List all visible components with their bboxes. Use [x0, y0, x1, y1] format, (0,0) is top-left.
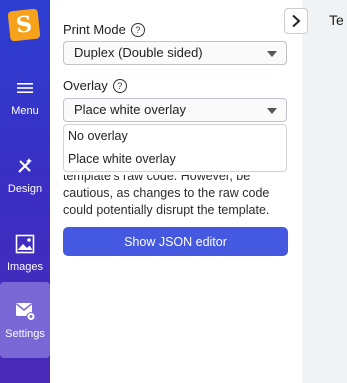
nav-label-menu: Menu	[11, 105, 39, 117]
chevron-down-icon	[267, 108, 277, 114]
chevron-right-icon	[292, 14, 301, 28]
nav-item-settings[interactable]: Settings	[0, 282, 50, 358]
app-logo[interactable]: S	[7, 8, 41, 42]
show-json-editor-button[interactable]: Show JSON editor	[63, 227, 288, 256]
logo-letter: S	[14, 11, 34, 39]
overlay-select[interactable]: Place white overlay	[63, 98, 287, 122]
magic-wand-icon	[18, 158, 32, 173]
nav-label-settings: Settings	[5, 328, 45, 340]
description-line-3: could potentially disrupt the template.	[63, 203, 270, 217]
nav-item-menu[interactable]: Menu	[0, 59, 50, 135]
print-mode-label-text: Print Mode	[63, 22, 126, 37]
description-line-2: cautious, as changes to the raw code	[63, 186, 270, 200]
overlay-dropdown-menu: No overlay Place white overlay	[63, 124, 287, 172]
overlay-label-text: Overlay	[63, 78, 108, 93]
description-text: template's raw code. However, be cautiou…	[63, 168, 295, 219]
nav-item-images[interactable]: Images	[0, 215, 50, 291]
print-mode-value: Duplex (Double sided)	[74, 45, 203, 60]
dropdown-option-no-overlay[interactable]: No overlay	[64, 125, 286, 148]
panel-toggle-button[interactable]	[284, 8, 308, 34]
settings-panel: Print Mode ? Duplex (Double sided) Overl…	[50, 0, 302, 383]
overlay-label: Overlay ?	[63, 78, 127, 93]
settings-icon	[16, 303, 36, 321]
overlay-value: Place white overlay	[74, 102, 186, 117]
chevron-down-icon	[267, 51, 277, 57]
canvas-title-text: Te	[329, 12, 344, 28]
help-icon[interactable]: ?	[112, 78, 127, 93]
dropdown-option-white-overlay[interactable]: Place white overlay	[64, 148, 286, 171]
hamburger-icon	[17, 83, 33, 93]
nav-rail: S Menu Design Images Settings	[0, 0, 50, 383]
help-icon[interactable]: ?	[130, 22, 145, 37]
nav-item-design[interactable]: Design	[0, 137, 50, 213]
print-mode-select[interactable]: Duplex (Double sided)	[63, 41, 287, 65]
nav-label-images: Images	[6, 261, 44, 273]
nav-label-design: Design	[7, 183, 43, 195]
image-icon	[15, 234, 35, 254]
print-mode-label: Print Mode ?	[63, 22, 145, 37]
